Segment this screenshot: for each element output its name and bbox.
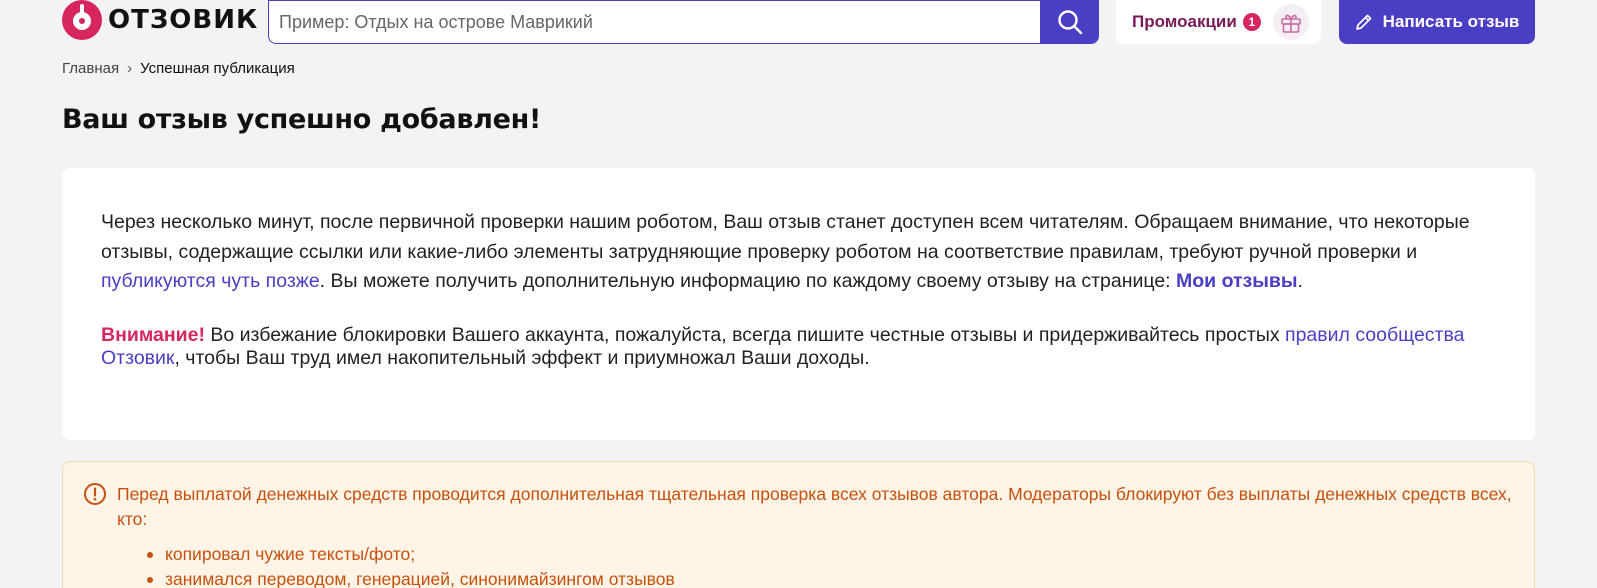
write-review-button[interactable]: Написать отзыв: [1339, 0, 1535, 44]
info-paragraph: Через несколько минут, после первичной п…: [101, 208, 1496, 297]
warning-text: Во избежание блокировки Вашего аккаунта,…: [204, 323, 1286, 346]
gift-icon: [1272, 4, 1309, 40]
payout-alert: Перед выплатой денежных средств проводит…: [62, 461, 1535, 588]
warning-label: Внимание!: [101, 323, 205, 346]
warning-text-end: , чтобы Ваш труд имел накопительный эффе…: [174, 347, 870, 369]
info-text-start: Через несколько минут, после первичной п…: [101, 211, 1470, 263]
list-item: копировал чужие тексты/фото;: [147, 542, 1514, 567]
info-text-middle: . Вы можете получить дополнительную инфо…: [319, 270, 1177, 292]
search-button[interactable]: [1040, 0, 1099, 44]
promo-label: Промоакции: [1132, 12, 1237, 31]
breadcrumb-home-link[interactable]: Главная: [62, 60, 119, 77]
breadcrumb-current: Успешная публикация: [140, 60, 295, 77]
search-input[interactable]: [268, 0, 1040, 44]
page: ОТЗОВИК Промоакции 1 Написа: [0, 0, 1597, 588]
page-title: Ваш отзыв успешно добавлен!: [62, 104, 541, 135]
search-icon: [1057, 10, 1082, 35]
my-reviews-link[interactable]: Мои отзывы: [1176, 270, 1298, 292]
search-bar: [268, 0, 1099, 44]
pencil-icon: [1355, 14, 1371, 30]
logo-mark-icon: [62, 0, 102, 40]
list-item: занимался переводом, генерацией, синоним…: [147, 567, 1514, 588]
published-later-link[interactable]: публикуются чуть позже: [101, 270, 320, 292]
promo-count-badge: 1: [1242, 13, 1261, 31]
alert-text: Перед выплатой денежных средств проводит…: [117, 484, 1512, 529]
logo-text: ОТЗОВИК: [108, 5, 259, 35]
alert-list: копировал чужие тексты/фото; занимался п…: [147, 542, 1514, 588]
promo-button[interactable]: Промоакции 1: [1116, 0, 1321, 44]
exclamation-circle-icon: [84, 483, 106, 505]
success-card: Через несколько минут, после первичной п…: [62, 168, 1535, 440]
site-logo[interactable]: ОТЗОВИК: [62, 0, 258, 40]
breadcrumb: Главная › Успешная публикация: [62, 60, 295, 77]
breadcrumb-separator: ›: [127, 60, 133, 77]
info-text-end: .: [1297, 270, 1303, 292]
warning-paragraph: Внимание! Во избежание блокировки Вашего…: [101, 324, 1496, 371]
write-review-label: Написать отзыв: [1382, 12, 1520, 31]
